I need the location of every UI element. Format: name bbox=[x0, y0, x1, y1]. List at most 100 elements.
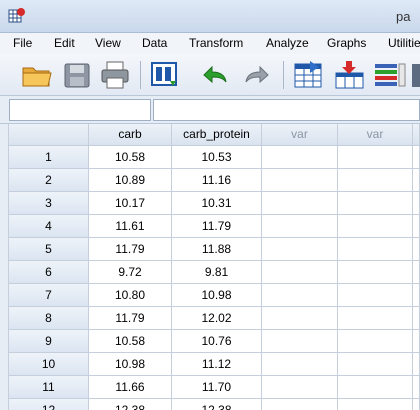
column-header-partial[interactable] bbox=[413, 124, 420, 146]
column-header-carb[interactable]: carb bbox=[89, 124, 172, 146]
cell-empty[interactable] bbox=[413, 146, 420, 169]
cell-empty[interactable] bbox=[413, 307, 420, 330]
open-folder-icon[interactable] bbox=[20, 59, 54, 91]
cell-empty[interactable] bbox=[413, 399, 420, 410]
cell-empty[interactable] bbox=[262, 169, 338, 192]
grid-corner[interactable] bbox=[9, 124, 89, 146]
row-header[interactable]: 8 bbox=[9, 307, 89, 330]
cell-carb-protein[interactable]: 11.70 bbox=[172, 376, 262, 399]
variables-icon[interactable] bbox=[373, 59, 407, 91]
row-header[interactable]: 9 bbox=[9, 330, 89, 353]
cell-carb[interactable]: 11.61 bbox=[89, 215, 172, 238]
column-header-var[interactable]: var bbox=[262, 124, 338, 146]
cell-empty[interactable] bbox=[413, 353, 420, 376]
cell-empty[interactable] bbox=[413, 169, 420, 192]
row-header[interactable]: 11 bbox=[9, 376, 89, 399]
row-header[interactable]: 12 bbox=[9, 399, 89, 410]
row-header[interactable]: 2 bbox=[9, 169, 89, 192]
cell-carb-protein[interactable]: 10.76 bbox=[172, 330, 262, 353]
cell-empty[interactable] bbox=[413, 376, 420, 399]
menu-data[interactable]: Data bbox=[142, 36, 167, 50]
find-icon[interactable] bbox=[412, 59, 420, 91]
cell-carb-protein[interactable]: 12.38 bbox=[172, 399, 262, 410]
print-icon[interactable] bbox=[98, 59, 132, 91]
cell-empty[interactable] bbox=[262, 376, 338, 399]
cell-empty[interactable] bbox=[262, 146, 338, 169]
menu-edit[interactable]: Edit bbox=[54, 36, 75, 50]
menu-analyze[interactable]: Analyze bbox=[266, 36, 309, 50]
cell-reference-box[interactable] bbox=[9, 99, 151, 121]
cell-carb[interactable]: 10.58 bbox=[89, 330, 172, 353]
cell-carb[interactable]: 9.72 bbox=[89, 261, 172, 284]
menu-graphs[interactable]: Graphs bbox=[327, 36, 366, 50]
cell-empty[interactable] bbox=[262, 353, 338, 376]
cell-carb-protein[interactable]: 11.12 bbox=[172, 353, 262, 376]
goto-case-icon[interactable] bbox=[292, 59, 326, 91]
cell-empty[interactable] bbox=[338, 376, 413, 399]
menu-transform[interactable]: Transform bbox=[189, 36, 243, 50]
cell-empty[interactable] bbox=[338, 238, 413, 261]
cell-empty[interactable] bbox=[413, 284, 420, 307]
row-header[interactable]: 6 bbox=[9, 261, 89, 284]
app-icon[interactable] bbox=[8, 7, 26, 25]
cell-carb[interactable]: 11.79 bbox=[89, 307, 172, 330]
cell-empty[interactable] bbox=[338, 261, 413, 284]
cell-carb[interactable]: 10.17 bbox=[89, 192, 172, 215]
cell-empty[interactable] bbox=[413, 330, 420, 353]
row-header[interactable]: 10 bbox=[9, 353, 89, 376]
column-header-var[interactable]: var bbox=[338, 124, 413, 146]
cell-empty[interactable] bbox=[262, 238, 338, 261]
cell-carb-protein[interactable]: 10.31 bbox=[172, 192, 262, 215]
cell-carb-protein[interactable]: 10.98 bbox=[172, 284, 262, 307]
cell-empty[interactable] bbox=[413, 215, 420, 238]
row-header[interactable]: 3 bbox=[9, 192, 89, 215]
cell-empty[interactable] bbox=[338, 307, 413, 330]
cell-carb[interactable]: 10.80 bbox=[89, 284, 172, 307]
cell-empty[interactable] bbox=[262, 261, 338, 284]
cell-empty[interactable] bbox=[413, 238, 420, 261]
cell-empty[interactable] bbox=[338, 284, 413, 307]
cell-empty[interactable] bbox=[338, 192, 413, 215]
menu-utilities[interactable]: Utilities bbox=[388, 36, 420, 50]
cell-carb-protein[interactable]: 11.79 bbox=[172, 215, 262, 238]
undo-icon[interactable] bbox=[198, 59, 232, 91]
cell-carb[interactable]: 10.89 bbox=[89, 169, 172, 192]
redo-icon[interactable] bbox=[240, 59, 274, 91]
cell-empty[interactable] bbox=[338, 169, 413, 192]
row-header[interactable]: 1 bbox=[9, 146, 89, 169]
cell-empty[interactable] bbox=[413, 192, 420, 215]
cell-empty[interactable] bbox=[338, 146, 413, 169]
cell-carb[interactable]: 10.58 bbox=[89, 146, 172, 169]
row-header[interactable]: 7 bbox=[9, 284, 89, 307]
grid-left-margin bbox=[0, 124, 9, 410]
cell-carb-protein[interactable]: 11.16 bbox=[172, 169, 262, 192]
cell-carb-protein[interactable]: 9.81 bbox=[172, 261, 262, 284]
menu-file[interactable]: File bbox=[13, 36, 32, 50]
cell-empty[interactable] bbox=[338, 215, 413, 238]
cell-empty[interactable] bbox=[262, 330, 338, 353]
row-header[interactable]: 5 bbox=[9, 238, 89, 261]
cell-carb[interactable]: 11.66 bbox=[89, 376, 172, 399]
cell-empty[interactable] bbox=[338, 399, 413, 410]
cell-carb-protein[interactable]: 11.88 bbox=[172, 238, 262, 261]
cell-carb[interactable]: 11.79 bbox=[89, 238, 172, 261]
cell-empty[interactable] bbox=[262, 215, 338, 238]
cell-empty[interactable] bbox=[262, 399, 338, 410]
cell-carb[interactable]: 10.98 bbox=[89, 353, 172, 376]
cell-empty[interactable] bbox=[262, 307, 338, 330]
row-header[interactable]: 4 bbox=[9, 215, 89, 238]
cell-empty[interactable] bbox=[413, 261, 420, 284]
cell-empty[interactable] bbox=[262, 284, 338, 307]
cell-empty[interactable] bbox=[338, 330, 413, 353]
dialog-recall-icon[interactable] bbox=[148, 59, 182, 91]
goto-variable-icon[interactable] bbox=[333, 59, 367, 91]
cell-value-input[interactable] bbox=[153, 99, 420, 121]
cell-carb-protein[interactable]: 12.02 bbox=[172, 307, 262, 330]
cell-empty[interactable] bbox=[338, 353, 413, 376]
cell-empty[interactable] bbox=[262, 192, 338, 215]
cell-carb[interactable]: 12.38 bbox=[89, 399, 172, 410]
cell-carb-protein[interactable]: 10.53 bbox=[172, 146, 262, 169]
save-icon[interactable] bbox=[61, 59, 95, 91]
menu-view[interactable]: View bbox=[95, 36, 121, 50]
column-header-carb-protein[interactable]: carb_protein bbox=[172, 124, 262, 146]
